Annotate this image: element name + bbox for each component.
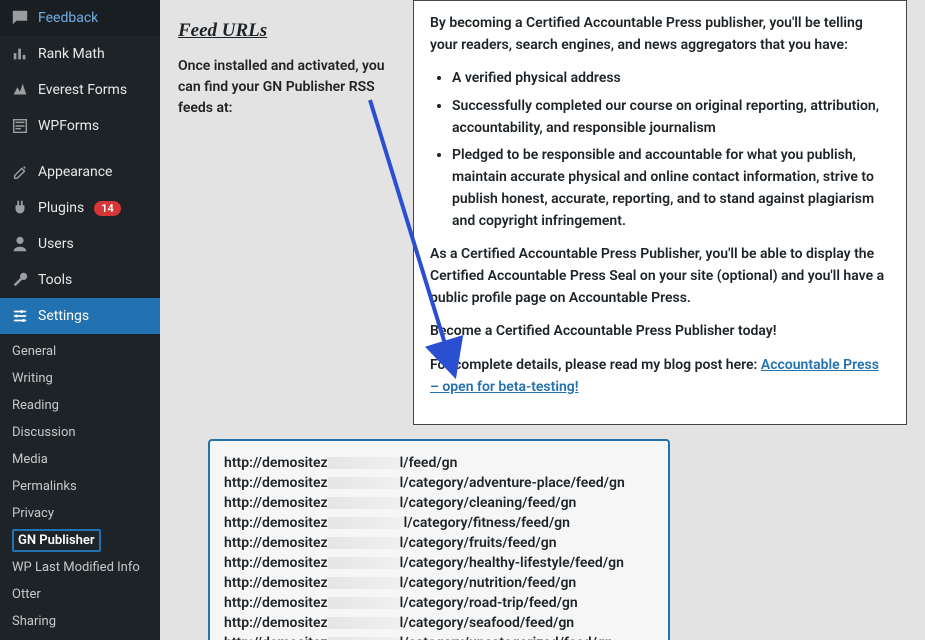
feed-url-row: http://demositezl/feed/gn — [224, 455, 654, 471]
redacted-segment — [328, 557, 400, 569]
feed-url-row: http://demositezl/category/fruits/feed/g… — [224, 535, 654, 551]
feed-url-row: http://demositezl/category/cleaning/feed… — [224, 495, 654, 511]
settings-submenu-media[interactable]: Media — [0, 446, 160, 473]
sidebar-item-plugins[interactable]: Plugins 14 — [0, 190, 160, 226]
feedback-icon — [10, 8, 30, 28]
sidebar-item-tools[interactable]: Tools — [0, 262, 160, 298]
forms-icon — [10, 80, 30, 100]
box-paragraph-4: For complete details, please read my blo… — [430, 355, 890, 398]
redacted-segment — [328, 597, 400, 609]
sidebar-item-settings[interactable]: Settings — [0, 298, 160, 334]
settings-submenu-general[interactable]: General — [0, 338, 160, 365]
box-paragraph-1: By becoming a Certified Accountable Pres… — [430, 13, 890, 56]
redacted-segment — [328, 457, 400, 469]
redacted-segment — [328, 517, 404, 529]
users-icon — [10, 234, 30, 254]
sidebar-item-feedback[interactable]: Feedback — [0, 0, 160, 36]
plugins-icon — [10, 198, 30, 218]
settings-submenu-discussion[interactable]: Discussion — [0, 419, 160, 446]
accountable-press-box: By becoming a Certified Accountable Pres… — [413, 0, 907, 425]
sidebar-item-label: Appearance — [38, 164, 112, 180]
appearance-icon — [10, 162, 30, 182]
feed-url-row: http://demositezl/category/fitness/feed/… — [224, 515, 654, 531]
sidebar-item-appearance[interactable]: Appearance — [0, 154, 160, 190]
settings-submenu-gn-publisher[interactable]: GN Publisher — [0, 527, 160, 554]
settings-submenu-sharing[interactable]: Sharing — [0, 608, 160, 635]
redacted-segment — [328, 617, 400, 629]
settings-icon — [10, 306, 30, 326]
sidebar-item-label: Feedback — [38, 10, 98, 26]
feed-url-row: http://demositezl/category/uncategorized… — [224, 635, 654, 640]
redacted-segment — [328, 537, 400, 549]
feed-url-row: http://demositezl/category/road-trip/fee… — [224, 595, 654, 611]
tools-icon — [10, 270, 30, 290]
settings-submenu-writing[interactable]: Writing — [0, 365, 160, 392]
feed-url-list-box: http://demositezl/feed/gn http://demosite… — [208, 439, 670, 640]
box-paragraph-3: Become a Certified Accountable Press Pub… — [430, 321, 890, 343]
sidebar-item-label: Rank Math — [38, 46, 105, 62]
settings-submenu-otter[interactable]: Otter — [0, 581, 160, 608]
admin-sidebar: Feedback Rank Math Everest Forms WPForms App… — [0, 0, 160, 640]
box-bullet-1: A verified physical address — [452, 68, 890, 90]
feed-url-row: http://demositezl/category/adventure-pla… — [224, 475, 654, 491]
box-paragraph-2: As a Certified Accountable Press Publish… — [430, 244, 890, 309]
feed-url-row: http://demositezl/category/seafood/feed/… — [224, 615, 654, 631]
redacted-segment — [328, 477, 400, 489]
sidebar-item-label: WPForms — [38, 118, 99, 134]
box-bullet-3: Pledged to be responsible and accountabl… — [452, 145, 890, 232]
sidebar-item-label: Tools — [38, 272, 72, 288]
redacted-segment — [328, 577, 400, 589]
sidebar-item-wpforms[interactable]: WPForms — [0, 108, 160, 144]
sidebar-item-rank-math[interactable]: Rank Math — [0, 36, 160, 72]
settings-submenu-wp-last-modified-info[interactable]: WP Last Modified Info — [0, 554, 160, 581]
feed-url-row: http://demositezl/category/nutrition/fee… — [224, 575, 654, 591]
box-bullet-2: Successfully completed our course on ori… — [452, 96, 890, 139]
redacted-segment — [328, 497, 400, 509]
settings-submenu-privacy[interactable]: Privacy — [0, 500, 160, 527]
rankmath-icon — [10, 44, 30, 64]
sidebar-item-everest-forms[interactable]: Everest Forms — [0, 72, 160, 108]
feed-url-row: http://demositezl/category/healthy-lifes… — [224, 555, 654, 571]
feed-urls-intro: Once installed and activated, you can fi… — [178, 56, 393, 119]
sidebar-item-label: Users — [38, 236, 74, 252]
wpforms-icon — [10, 116, 30, 136]
sidebar-item-label: Settings — [38, 308, 89, 324]
settings-submenu-permalinks[interactable]: Permalinks — [0, 473, 160, 500]
sidebar-item-label: Plugins — [38, 200, 84, 216]
main-content: Feed URLs Once installed and activated, … — [160, 0, 925, 640]
box-bullet-list: A verified physical address Successfully… — [430, 68, 890, 232]
settings-submenu-reading[interactable]: Reading — [0, 392, 160, 419]
sidebar-item-label: Everest Forms — [38, 82, 127, 98]
feed-urls-heading: Feed URLs — [178, 20, 393, 42]
sidebar-item-users[interactable]: Users — [0, 226, 160, 262]
feed-intro-column: Feed URLs Once installed and activated, … — [178, 0, 393, 425]
plugins-update-badge: 14 — [94, 201, 121, 216]
